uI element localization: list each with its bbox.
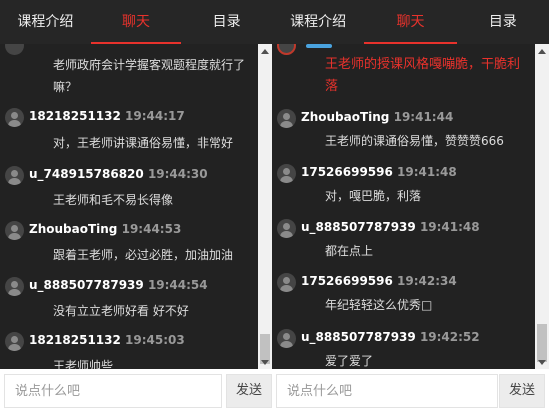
avatar	[5, 277, 24, 296]
timestamp: 19:41:48	[419, 220, 480, 234]
scroll-down-arrow-icon[interactable]	[535, 355, 549, 369]
chat-panel-left: 课程介绍 聊天 目录 老师政府会计学握客观题程度就行了嘛？ 1821825113…	[0, 0, 272, 415]
level-badge	[306, 44, 332, 48]
timestamp: 19:44:30	[147, 167, 208, 181]
message-text-highlighted: 王老师的授课风格嘎嘣脆，干脆利落	[325, 57, 521, 94]
chat-message-list[interactable]: 王老师的授课风格嘎嘣脆，干脆利落 ZhoubaoTing 19:41:44 王老…	[272, 44, 535, 369]
message-text: 年纪轻轻这么优秀□	[325, 298, 433, 312]
avatar	[5, 332, 24, 351]
timestamp: 19:44:54	[147, 278, 208, 292]
tab-course-intro[interactable]: 课程介绍	[272, 0, 364, 44]
avatar	[277, 164, 296, 183]
username: u_888507787939	[29, 278, 144, 292]
scrollbar[interactable]	[535, 44, 549, 369]
username: 18218251132	[29, 333, 121, 347]
chat-message-list[interactable]: 老师政府会计学握客观题程度就行了嘛？ 18218251132 19:44:17 …	[0, 44, 258, 369]
username: 17526699596	[301, 165, 393, 179]
message-meta: u_888507787939 19:44:54	[29, 278, 208, 292]
username: ZhoubaoTing	[301, 110, 390, 124]
scroll-up-arrow-icon[interactable]	[535, 44, 549, 58]
message-meta: u_888507787939 19:41:48	[301, 220, 480, 234]
message-text: 王老师的课通俗易懂，赞赞赞666	[325, 134, 504, 148]
message-text: 王老师帅些	[53, 359, 114, 369]
message-text: 对，嘎巴脆，利落	[325, 189, 422, 203]
tab-chat[interactable]: 聊天	[364, 0, 457, 44]
avatar	[5, 44, 24, 55]
message-text: 老师政府会计学握客观题程度就行了嘛？	[53, 58, 246, 94]
username: u_888507787939	[301, 330, 416, 344]
message-meta: ZhoubaoTing 19:44:53	[29, 222, 181, 236]
message-meta: 17526699596 19:42:34	[301, 274, 457, 288]
timestamp: 19:42:34	[397, 274, 457, 288]
avatar	[5, 108, 24, 127]
username: 18218251132	[29, 109, 121, 123]
chat-input-bar: 发送	[272, 369, 549, 415]
avatar	[277, 219, 296, 238]
message-meta: 18218251132 19:45:03	[29, 333, 185, 347]
chat-input-bar: 发送	[0, 369, 272, 415]
scrollbar[interactable]	[258, 44, 272, 369]
avatar	[277, 44, 296, 55]
chat-input[interactable]	[4, 374, 222, 408]
tab-chat[interactable]: 聊天	[90, 0, 182, 44]
username: u_888507787939	[301, 220, 416, 234]
avatar	[5, 166, 24, 185]
message-meta: 18218251132 19:44:17	[29, 109, 185, 123]
avatar	[277, 109, 296, 128]
username: ZhoubaoTing	[29, 222, 118, 236]
tab-catalog[interactable]: 目录	[181, 0, 272, 44]
timestamp: 19:45:03	[125, 333, 185, 347]
message-meta: ZhoubaoTing 19:41:44	[301, 110, 453, 124]
message-text: 跟着王老师，必过必胜，加油加油	[53, 248, 234, 262]
scroll-down-arrow-icon[interactable]	[258, 355, 272, 369]
username: u_748915786820	[29, 167, 144, 181]
username: 17526699596	[301, 274, 393, 288]
timestamp: 19:44:17	[125, 109, 185, 123]
timestamp: 19:41:48	[397, 165, 457, 179]
avatar	[277, 273, 296, 292]
message-text: 都在点上	[325, 244, 374, 258]
message-text: 王老师和毛不易长得像	[53, 193, 174, 207]
message-text: 没有立立老师好看 好不好	[53, 304, 189, 318]
message-meta: 17526699596 19:41:48	[301, 165, 457, 179]
send-button[interactable]: 发送	[499, 374, 545, 408]
avatar	[277, 329, 296, 348]
chat-input[interactable]	[276, 374, 498, 408]
timestamp: 19:42:52	[419, 330, 480, 344]
message-text: 对，王老师讲课通俗易懂，非常好	[53, 136, 234, 150]
tab-bar: 课程介绍 聊天 目录	[272, 0, 549, 44]
scroll-up-arrow-icon[interactable]	[258, 44, 272, 58]
tab-bar: 课程介绍 聊天 目录	[0, 0, 272, 44]
avatar	[5, 221, 24, 240]
message-text: 爱了爱了	[325, 354, 374, 368]
message-meta: u_888507787939 19:42:52	[301, 330, 480, 344]
send-button[interactable]: 发送	[226, 374, 272, 408]
timestamp: 19:44:53	[121, 222, 182, 236]
message-meta: u_748915786820 19:44:30	[29, 167, 208, 181]
chat-panel-right: 课程介绍 聊天 目录 王老师的授课风格嘎嘣脆，干脆利落 ZhoubaoTing …	[272, 0, 549, 415]
tab-catalog[interactable]: 目录	[457, 0, 549, 44]
tab-course-intro[interactable]: 课程介绍	[0, 0, 91, 44]
timestamp: 19:41:44	[393, 110, 454, 124]
